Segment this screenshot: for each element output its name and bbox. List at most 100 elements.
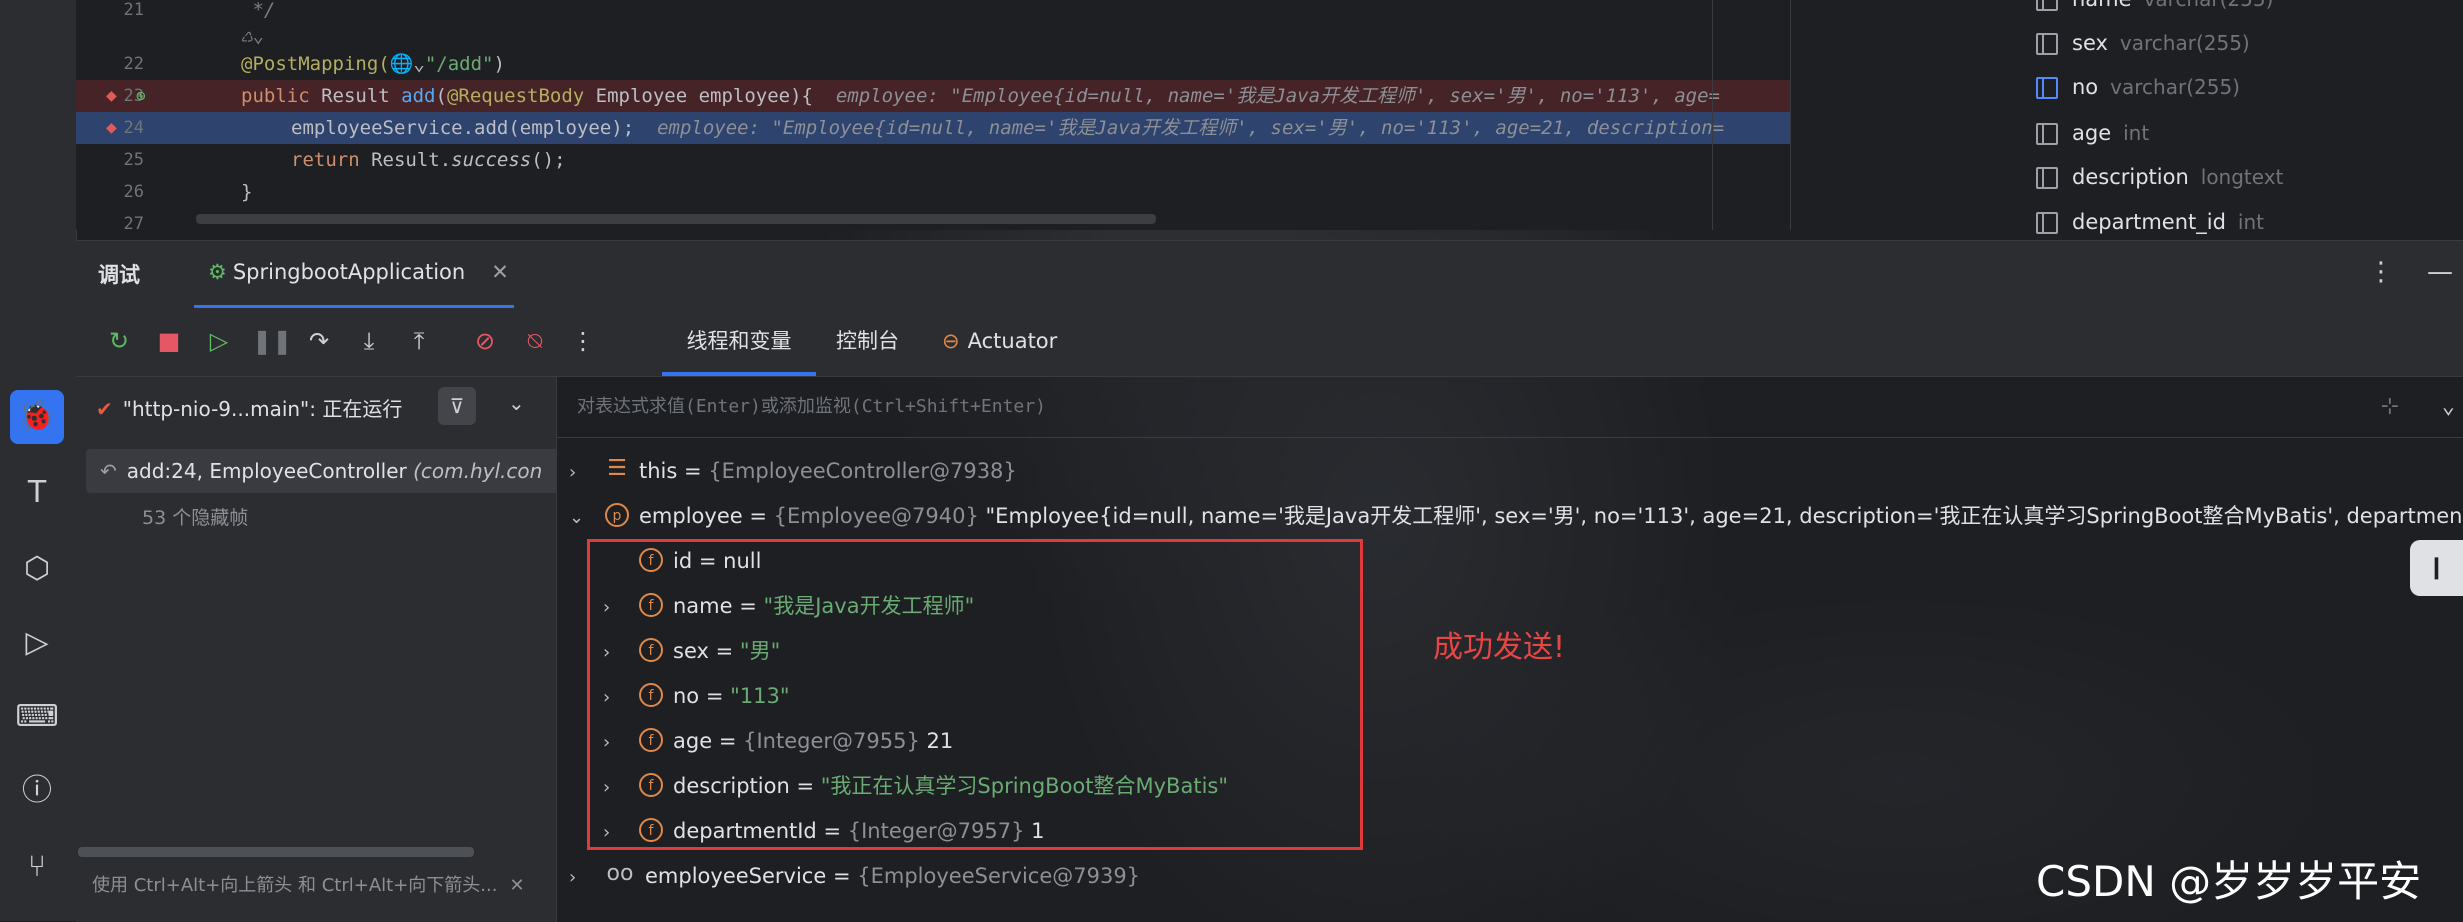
column-type: longtext xyxy=(2200,165,2284,189)
spring-icon: ⚙ xyxy=(208,260,227,284)
tab-console[interactable]: 控制台 xyxy=(836,308,899,376)
variable-row[interactable]: › oo employeeService = {EmployeeService@79… xyxy=(569,854,1140,898)
db-column-row[interactable]: age int xyxy=(2036,116,2149,150)
database-table-panel: namevarchar(255) sexvarchar(255) novarch… xyxy=(1790,0,2463,234)
build-icon[interactable]: T xyxy=(10,466,64,520)
filter-icon[interactable]: ⊽ xyxy=(438,387,476,425)
expand-arrow-icon[interactable]: › xyxy=(603,586,625,630)
hidden-frames-label[interactable]: 53 个隐藏帧 xyxy=(142,503,248,530)
column-name: description xyxy=(2072,165,2189,189)
scroll-handle-icon[interactable]: ❙ xyxy=(2410,540,2463,596)
expand-arrow-icon[interactable]: › xyxy=(603,676,625,720)
variable-row[interactable]: › f no = "113" xyxy=(603,674,790,718)
variable-value: "Employee{id=null, name='我是Java开发工程师', s… xyxy=(985,504,2463,528)
return-icon: ↶ xyxy=(100,459,117,483)
problems-icon[interactable]: ⓘ xyxy=(10,764,64,818)
close-tab-icon[interactable]: ✕ xyxy=(491,260,509,284)
stack-frame[interactable]: ↶ add:24, EmployeeController (com.hyl.con xyxy=(86,449,556,493)
code-text: Result xyxy=(309,85,402,107)
variable-row[interactable]: › f sex = "男" xyxy=(603,629,780,673)
expand-arrow-icon[interactable]: › xyxy=(603,766,625,810)
equals-sign: = xyxy=(832,864,851,888)
line-number: 26 xyxy=(123,182,144,202)
breakpoint-icon[interactable]: ◆ xyxy=(106,87,124,105)
resume-icon[interactable]: ▷ xyxy=(202,324,236,358)
globe-icon[interactable]: 🌐⌄ xyxy=(390,53,425,75)
keyword: return xyxy=(291,149,360,171)
field-icon: f xyxy=(639,683,663,707)
db-column-row[interactable]: sex varchar(255) xyxy=(2036,26,2250,60)
more-icon[interactable]: ⋮ xyxy=(566,324,600,358)
stop-icon[interactable]: ■ xyxy=(152,324,186,358)
evaluate-placeholder: 对表达式求值(Enter)或添加监视(Ctrl+Shift+Enter) xyxy=(577,396,1046,417)
add-watch-icon[interactable]: ⊹ xyxy=(2381,377,2399,437)
watch-glasses-icon: oo xyxy=(606,861,634,886)
rerun-icon[interactable]: ↻ xyxy=(102,324,136,358)
code-text: employeeService.add(employee); xyxy=(291,117,635,139)
field-icon: f xyxy=(639,548,663,572)
services-icon[interactable]: ⬡ xyxy=(10,542,64,596)
db-column-row[interactable]: description longtext xyxy=(2036,160,2283,194)
thread-selector[interactable]: ✔ "http-nio-9...main": 正在运行 xyxy=(96,393,402,422)
variable-row[interactable]: f id = null xyxy=(603,539,761,583)
variable-name: departmentId xyxy=(673,819,817,843)
variable-value: 21 xyxy=(926,729,954,753)
editor-horizontal-scrollbar[interactable] xyxy=(196,214,1156,224)
expand-arrow-icon[interactable]: › xyxy=(603,631,625,675)
chevron-down-icon[interactable]: ⌄ xyxy=(508,391,525,415)
db-column-row[interactable]: no varchar(255) xyxy=(2036,70,2240,104)
stack-icon: ☰ xyxy=(607,456,627,481)
equals-sign: = xyxy=(823,819,842,843)
variable-row[interactable]: › f departmentId = {Integer@7957} 1 xyxy=(603,809,1045,853)
parameter-icon: p xyxy=(605,503,629,527)
step-out-icon[interactable]: ⤒ xyxy=(402,324,436,358)
column-name: sex xyxy=(2072,31,2108,55)
expand-arrow-icon[interactable]: › xyxy=(569,451,591,495)
step-into-icon[interactable]: ⤓ xyxy=(352,324,386,358)
method-name: add xyxy=(401,85,436,107)
variable-row[interactable]: › f name = "我是Java开发工程师" xyxy=(603,584,974,628)
check-icon: ✔ xyxy=(96,397,113,421)
variable-name: employeeService xyxy=(645,864,827,888)
mute-breakpoints-icon[interactable]: ⍉ xyxy=(518,324,552,358)
terminal-icon[interactable]: ⌨ xyxy=(10,690,64,744)
code-editor[interactable]: 21 */ ♺⌄ 22 @PostMapping(🌐⌄"/add") 23 ◆ … xyxy=(76,0,1790,230)
chevron-down-icon[interactable]: ⌄ xyxy=(2442,377,2455,437)
field-icon: f xyxy=(639,773,663,797)
expand-arrow-icon[interactable]: › xyxy=(603,721,625,765)
session-tab[interactable]: ⚙ SpringbootApplication ✕ xyxy=(194,241,514,309)
variable-name: name xyxy=(673,594,733,618)
equals-sign: = xyxy=(705,684,724,708)
frames-horizontal-scrollbar[interactable] xyxy=(78,847,474,857)
variable-name: no xyxy=(673,684,700,708)
step-over-icon[interactable]: ↷ xyxy=(302,324,336,358)
frame-package: (com.hyl.con xyxy=(413,459,543,483)
db-column-row[interactable]: name varchar(255) xyxy=(2036,0,2273,16)
view-breakpoints-icon[interactable]: ⊘ xyxy=(468,324,502,358)
tab-threads-variables[interactable]: 线程和变量 xyxy=(662,308,816,376)
variable-type: {Employee@7940} xyxy=(773,504,979,528)
git-icon[interactable]: ⑂ xyxy=(10,840,64,894)
run-icon[interactable]: ▷ xyxy=(10,616,64,670)
expand-arrow-icon[interactable]: › xyxy=(603,811,625,855)
variable-value: "我正在认真学习SpringBoot整合MyBatis" xyxy=(820,774,1229,798)
debug-icon[interactable]: 🐞 xyxy=(10,390,64,444)
endpoint-icon[interactable]: ⊕ xyxy=(136,87,154,105)
db-column-row[interactable]: department_id int xyxy=(2036,205,2264,239)
collapse-arrow-icon[interactable]: ⌄ xyxy=(569,496,591,540)
variable-value: "我是Java开发工程师" xyxy=(763,594,975,618)
variable-row[interactable]: › f description = "我正在认真学习SpringBoot整合MyBa… xyxy=(603,764,1228,808)
variable-row[interactable]: › f age = {Integer@7955} 21 xyxy=(603,719,953,763)
breakpoint-icon[interactable]: ◆ xyxy=(106,119,124,137)
keyword: public xyxy=(241,85,310,107)
variable-row[interactable]: › ☰ this = {EmployeeController@7938} xyxy=(569,449,1017,493)
key-column-icon xyxy=(2036,77,2058,99)
equals-sign: = xyxy=(739,594,757,618)
more-options-icon[interactable]: ⋮ — xyxy=(2368,257,2453,287)
expand-arrow-icon[interactable]: › xyxy=(569,856,591,900)
pause-icon[interactable]: ❚❚ xyxy=(252,324,292,358)
evaluate-expression-input[interactable]: 对表达式求值(Enter)或添加监视(Ctrl+Shift+Enter) ⊹ ⌄ xyxy=(557,377,2463,438)
variable-row[interactable]: ⌄ p employee = {Employee@7940} "Employee{i… xyxy=(569,494,2463,538)
close-hint-icon[interactable]: ✕ xyxy=(509,875,524,896)
tab-actuator[interactable]: ⊖ Actuator xyxy=(942,308,1057,376)
